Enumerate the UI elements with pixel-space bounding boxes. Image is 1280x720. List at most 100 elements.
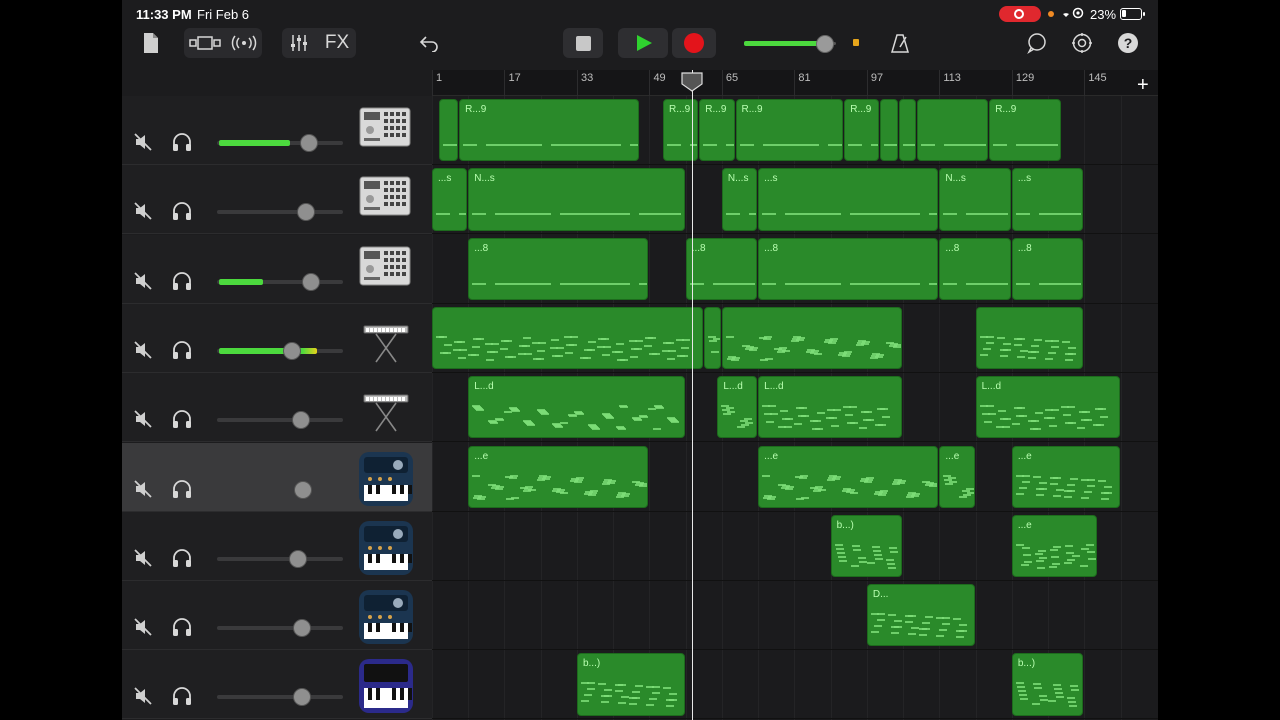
headphones-icon[interactable] — [171, 617, 193, 637]
region[interactable]: ...s — [432, 168, 468, 231]
loop-browser-icon[interactable] — [1025, 31, 1049, 55]
region[interactable] — [916, 99, 989, 162]
mixer-icon[interactable] — [286, 31, 312, 55]
track-volume-slider[interactable] — [217, 480, 343, 499]
region[interactable]: ...8 — [468, 237, 649, 300]
region[interactable] — [975, 306, 1084, 370]
master-volume-slider[interactable] — [744, 34, 844, 54]
keyboard-stand-icon[interactable] — [358, 312, 416, 368]
headphones-icon[interactable] — [171, 686, 193, 706]
add-track-button[interactable]: + — [1137, 74, 1149, 97]
drum-machine-icon[interactable] — [358, 173, 416, 229]
region[interactable]: R...9 — [989, 99, 1061, 162]
region[interactable]: ...e — [758, 445, 939, 508]
track-volume-slider[interactable] — [217, 134, 343, 152]
mute-icon[interactable] — [133, 340, 153, 360]
track-header[interactable] — [122, 165, 432, 235]
record-button[interactable] — [672, 28, 716, 58]
track-volume-knob[interactable] — [302, 272, 320, 291]
region[interactable]: R...9 — [735, 99, 844, 162]
track-volume-slider[interactable] — [217, 549, 343, 568]
region[interactable]: ...e — [1011, 445, 1120, 508]
view-toggle-icon[interactable] — [188, 31, 222, 55]
region[interactable]: L...d — [975, 376, 1120, 439]
headphones-icon[interactable] — [171, 271, 193, 291]
region[interactable]: ...8 — [939, 237, 1011, 300]
region[interactable] — [898, 99, 916, 162]
track-volume-knob[interactable] — [294, 480, 312, 499]
screen-recording-indicator[interactable] — [999, 6, 1041, 22]
track-volume-knob[interactable] — [300, 134, 318, 152]
track-volume-slider[interactable] — [217, 619, 343, 638]
track-header[interactable] — [122, 442, 432, 512]
headphones-icon[interactable] — [171, 340, 193, 360]
mute-icon[interactable] — [133, 479, 153, 499]
region[interactable]: b...) — [576, 653, 685, 716]
live-loops-icon[interactable] — [228, 31, 260, 55]
track-header[interactable] — [122, 234, 432, 304]
headphones-icon[interactable] — [171, 479, 193, 499]
keyboard-stand-icon[interactable] — [358, 381, 416, 437]
region[interactable]: ...e — [468, 445, 649, 508]
track-header[interactable] — [122, 303, 432, 373]
region[interactable]: L...d — [758, 376, 903, 439]
track-header[interactable] — [122, 650, 432, 720]
track-volume-knob[interactable] — [293, 688, 311, 707]
module-synth-icon[interactable] — [358, 451, 416, 507]
browser-icon[interactable] — [140, 30, 162, 56]
mute-icon[interactable] — [133, 686, 153, 706]
region[interactable]: L...d — [717, 376, 758, 439]
settings-icon[interactable] — [1070, 31, 1094, 55]
track-header[interactable] — [122, 511, 432, 581]
mute-icon[interactable] — [133, 617, 153, 637]
region[interactable]: N...s — [939, 168, 1011, 231]
region[interactable]: L...d — [468, 376, 685, 439]
region[interactable] — [703, 306, 721, 370]
region[interactable] — [721, 306, 903, 370]
timeline-ruler[interactable]: 1 17 33 49 65 81 97 113 129 145 — [432, 70, 1158, 96]
region[interactable]: R...9 — [844, 99, 880, 162]
headphones-icon[interactable] — [171, 548, 193, 568]
fx-button[interactable]: FX — [322, 31, 352, 55]
region[interactable]: N...s — [468, 168, 685, 231]
stop-button[interactable] — [563, 28, 603, 58]
track-volume-slider[interactable] — [217, 272, 343, 291]
track-volume-knob[interactable] — [292, 411, 310, 430]
play-button[interactable] — [618, 28, 668, 58]
region[interactable]: ...s — [1011, 168, 1084, 231]
region[interactable] — [880, 99, 898, 162]
mute-icon[interactable] — [133, 132, 153, 152]
region[interactable]: N...s — [721, 168, 758, 231]
region[interactable]: ...8 — [1011, 237, 1084, 300]
master-volume-knob[interactable] — [816, 35, 834, 53]
metronome-icon[interactable] — [888, 31, 912, 55]
headphones-icon[interactable] — [171, 409, 193, 429]
drum-machine-icon[interactable] — [358, 104, 416, 160]
arrangement-area[interactable]: R...9 R...9 R...9 R...9 R...9 R...9 ...s N...s N… — [432, 96, 1158, 720]
help-icon[interactable]: ? — [1116, 31, 1140, 55]
track-lane[interactable] — [432, 581, 1158, 651]
bs16i-icon[interactable] — [358, 658, 416, 714]
region[interactable]: b...) — [830, 514, 903, 578]
region[interactable]: ...e — [939, 445, 975, 508]
region[interactable]: R...9 — [699, 99, 735, 162]
region[interactable]: ...s — [758, 168, 939, 231]
headphones-icon[interactable] — [171, 132, 193, 152]
region[interactable]: b...) — [1011, 653, 1084, 716]
undo-icon[interactable] — [417, 31, 441, 55]
playhead-handle[interactable] — [681, 72, 703, 92]
track-volume-slider[interactable] — [217, 411, 343, 430]
headphones-icon[interactable] — [171, 201, 193, 221]
track-header[interactable] — [122, 581, 432, 651]
track-volume-slider[interactable] — [217, 341, 343, 360]
track-volume-knob[interactable] — [297, 203, 315, 222]
module-synth-icon[interactable] — [358, 589, 416, 645]
region[interactable] — [438, 99, 459, 162]
track-header[interactable] — [122, 96, 432, 165]
track-volume-knob[interactable] — [293, 619, 311, 638]
track-volume-knob[interactable] — [283, 341, 301, 360]
region[interactable]: ...8 — [758, 237, 939, 300]
track-header[interactable] — [122, 373, 432, 443]
drum-machine-icon[interactable] — [358, 243, 416, 299]
mute-icon[interactable] — [133, 271, 153, 291]
